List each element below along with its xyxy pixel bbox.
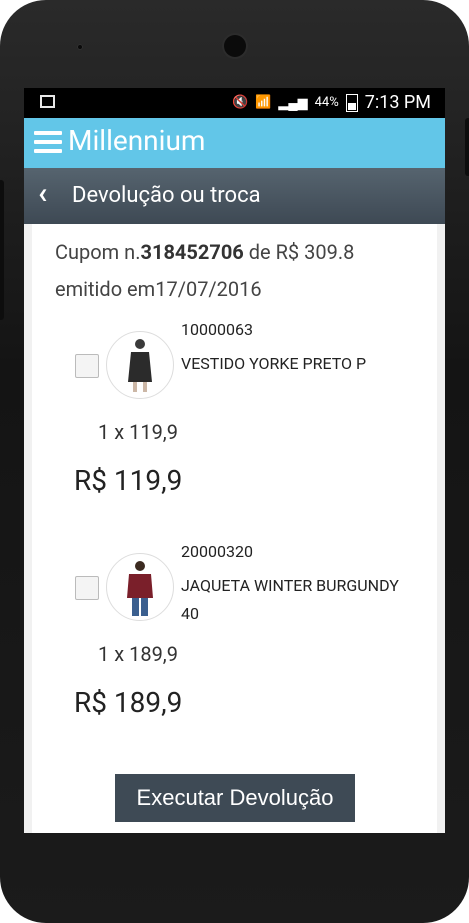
item-checkbox[interactable] (75, 576, 99, 600)
page-header: ‹ Devolução ou troca (24, 168, 445, 224)
item-total: R$ 189,9 (74, 686, 183, 719)
front-camera (224, 35, 246, 57)
item-quantity: 1 x 189,9 (98, 642, 178, 666)
mute-icon: 🔇 (232, 95, 249, 110)
app-title: Millennium (68, 124, 206, 157)
item-name: VESTIDO YORKE PRETO P (181, 354, 367, 373)
coupon-amount: 309.8 (304, 240, 355, 264)
item-code: 10000063 (181, 320, 253, 339)
phone-frame: 🔇 📶 ▂▄▆ 44% 7:13 PM Millennium ‹ Devoluç… (0, 0, 469, 923)
coupon-currency-label: de R$ (248, 240, 300, 264)
coupon-issued-label: emitido em (55, 277, 156, 301)
battery-icon (345, 93, 358, 112)
coupon-date: 17/07/2016 (155, 277, 262, 301)
coupon-info: Cupom n.318452706 de R$ 309.8 emitido em… (55, 234, 415, 308)
battery-percent: 44% (314, 95, 339, 110)
coupon-number: 318452706 (140, 240, 244, 264)
item-code: 20000320 (181, 542, 253, 561)
status-bar: 🔇 📶 ▂▄▆ 44% 7:13 PM (24, 88, 445, 118)
product-image (106, 553, 174, 621)
signal-icon: ▂▄▆ (278, 95, 308, 111)
page-title: Devolução ou troca (72, 183, 261, 208)
list-item: 10000063 VESTIDO YORKE PRETO P 1 x 119,9… (32, 320, 437, 524)
execute-return-button[interactable]: Executar Devolução (115, 774, 355, 822)
item-checkbox[interactable] (75, 354, 99, 378)
clock: 7:13 PM (364, 92, 431, 113)
power-button (465, 118, 469, 176)
product-image (106, 331, 174, 399)
menu-icon[interactable] (34, 131, 62, 155)
speaker-dot (77, 44, 83, 50)
image-notification-icon (40, 95, 55, 108)
coupon-prefix: Cupom n. (55, 240, 141, 264)
back-arrow-icon[interactable]: ‹ (38, 179, 47, 209)
screen: 🔇 📶 ▂▄▆ 44% 7:13 PM Millennium ‹ Devoluç… (24, 88, 445, 833)
item-quantity: 1 x 119,9 (98, 420, 178, 444)
wifi-icon: 📶 (255, 95, 272, 110)
main-content: Cupom n.318452706 de R$ 309.8 emitido em… (32, 224, 437, 833)
status-icons: 🔇 📶 ▂▄▆ 44% 7:13 PM (232, 92, 431, 113)
list-item: 20000320 JAQUETA WINTER BURGUNDY 40 1 x … (32, 542, 437, 746)
app-bar: Millennium (24, 118, 445, 168)
item-name: JAQUETA WINTER BURGUNDY 40 (181, 576, 399, 623)
volume-button (0, 180, 4, 320)
item-total: R$ 119,9 (74, 464, 183, 497)
